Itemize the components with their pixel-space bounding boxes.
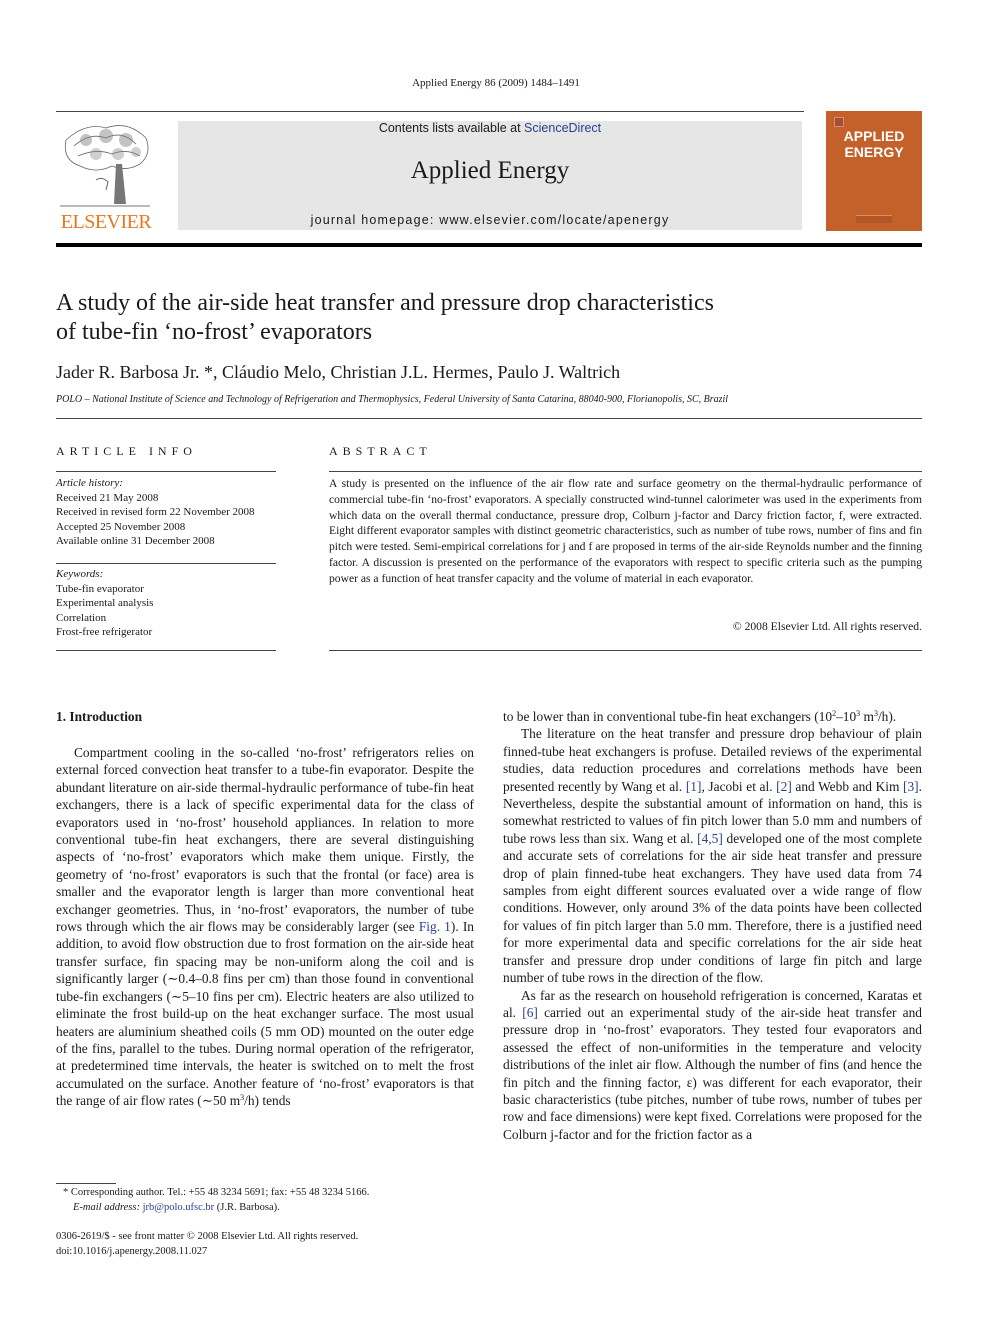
- cover-title-line1: APPLIED: [843, 128, 905, 144]
- issn-line: 0306-2619/$ - see front matter © 2008 El…: [56, 1231, 359, 1242]
- body-column-right: to be lower than in conventional tube-fi…: [503, 708, 922, 1143]
- body-column-left: Compartment cooling in the so-called ‘no…: [56, 744, 474, 1110]
- cover-title: APPLIED ENERGY: [826, 128, 922, 160]
- text-run: carried out an experimental study of the…: [503, 1004, 923, 1142]
- journal-cover[interactable]: APPLIED ENERGY: [826, 111, 922, 231]
- reference-link[interactable]: [3]: [903, 779, 919, 794]
- text-run: Compartment cooling in the so-called ‘no…: [56, 745, 474, 935]
- doi[interactable]: doi:10.1016/j.apenergy.2008.11.027: [56, 1245, 476, 1260]
- cover-title-line2: ENERGY: [844, 144, 904, 160]
- journal-homepage-link[interactable]: journal homepage: www.elsevier.com/locat…: [178, 213, 802, 227]
- text-run: to be lower than in conventional tube-fi…: [503, 709, 833, 724]
- paragraph: As far as the research on household refr…: [503, 987, 922, 1144]
- keywords-label: Keywords:: [56, 568, 104, 580]
- cover-sciencedirect-icon: [856, 215, 892, 223]
- text-run: m: [860, 709, 874, 724]
- paragraph: to be lower than in conventional tube-fi…: [503, 708, 922, 725]
- footnote-contact: * Corresponding author. Tel.: +55 48 323…: [63, 1187, 370, 1198]
- authors: Jader R. Barbosa Jr. *, Cláudio Melo, Ch…: [56, 362, 621, 382]
- tree-icon: [56, 120, 154, 212]
- divider: [329, 471, 922, 472]
- text-run: developed one of the most complete and a…: [503, 830, 922, 986]
- affiliation: POLO – National Institute of Science and…: [56, 394, 729, 405]
- text-run: , Jacobi et al.: [701, 778, 777, 794]
- reference-link[interactable]: [2]: [776, 779, 792, 794]
- abstract-text: A study is presented on the influence of…: [329, 477, 922, 585]
- article-history: Article history: Received 21 May 2008 Re…: [56, 476, 286, 549]
- title-line-1: A study of the air-side heat transfer an…: [56, 290, 714, 316]
- history-item: Available online 31 December 2008: [56, 535, 215, 547]
- contents-prefix: Contents lists available at: [378, 121, 525, 135]
- keyword: Tube-fin evaporator: [56, 582, 144, 595]
- corresponding-author-footnote: * Corresponding author. Tel.: +55 48 323…: [63, 1186, 483, 1215]
- history-item: Accepted 25 November 2008: [56, 520, 186, 533]
- email-label: E-mail address:: [73, 1201, 143, 1213]
- elsevier-wordmark: ELSEVIER: [60, 211, 152, 233]
- cover-logo-icon: [834, 117, 844, 127]
- text-run: ). In addition, to avoid flow obstructio…: [56, 919, 474, 1109]
- front-matter: 0306-2619/$ - see front matter © 2008 El…: [56, 1230, 476, 1259]
- history-item: Received 21 May 2008: [56, 491, 159, 504]
- keyword: Experimental analysis: [56, 597, 154, 609]
- section-heading-introduction: 1. Introduction: [56, 709, 143, 724]
- email-link[interactable]: jrb@polo.ufsc.br: [143, 1202, 215, 1213]
- email-suffix: (J.R. Barbosa).: [214, 1201, 280, 1213]
- abstract-heading: ABSTRACT: [329, 444, 432, 458]
- history-label: Article history:: [56, 477, 123, 489]
- contents-line: Contents lists available at ScienceDirec…: [178, 121, 802, 135]
- elsevier-logo[interactable]: ELSEVIER: [54, 120, 158, 233]
- affiliation-rule: [56, 418, 922, 419]
- text-run: –10: [836, 709, 857, 724]
- article-info-heading: ARTICLE INFO: [56, 444, 197, 458]
- figure-link[interactable]: Fig. 1: [419, 919, 451, 934]
- reference-link[interactable]: [6]: [522, 1005, 538, 1020]
- reference-link[interactable]: [1]: [686, 779, 702, 794]
- journal-title: Applied Energy: [410, 157, 570, 184]
- text-run: /h).: [877, 709, 897, 724]
- text-run: and Webb and Kim: [791, 778, 904, 794]
- text-run: /h) tends: [244, 1093, 291, 1109]
- paragraph: The literature on the heat transfer and …: [503, 725, 922, 986]
- footnote-email-line: E-mail address: jrb@polo.ufsc.br (J.R. B…: [63, 1201, 483, 1216]
- header-thick-rule: [56, 243, 922, 247]
- footnote-rule: [56, 1183, 116, 1184]
- history-item: Received in revised form 22 November 200…: [56, 506, 255, 518]
- keyword: Correlation: [56, 611, 107, 624]
- divider: [329, 650, 922, 651]
- divider: [56, 471, 276, 472]
- keyword: Frost-free refrigerator: [56, 626, 153, 638]
- title-line-2: of tube-fin ‘no-frost’ evaporators: [56, 319, 373, 345]
- divider: [56, 650, 276, 651]
- keywords: Keywords: Tube-fin evaporator Experiment…: [56, 567, 286, 640]
- reference-link[interactable]: [4,5]: [697, 831, 723, 846]
- abstract-copyright: © 2008 Elsevier Ltd. All rights reserved…: [732, 620, 922, 633]
- journal-banner: Contents lists available at ScienceDirec…: [178, 121, 802, 230]
- paragraph: Compartment cooling in the so-called ‘no…: [56, 744, 474, 1110]
- journal-citation: Applied Energy 86 (2009) 1484–1491: [412, 77, 580, 89]
- sciencedirect-link[interactable]: ScienceDirect: [524, 121, 601, 135]
- divider: [56, 563, 276, 564]
- header-rule: [56, 111, 804, 112]
- article-title: A study of the air-side heat transfer an…: [56, 289, 916, 347]
